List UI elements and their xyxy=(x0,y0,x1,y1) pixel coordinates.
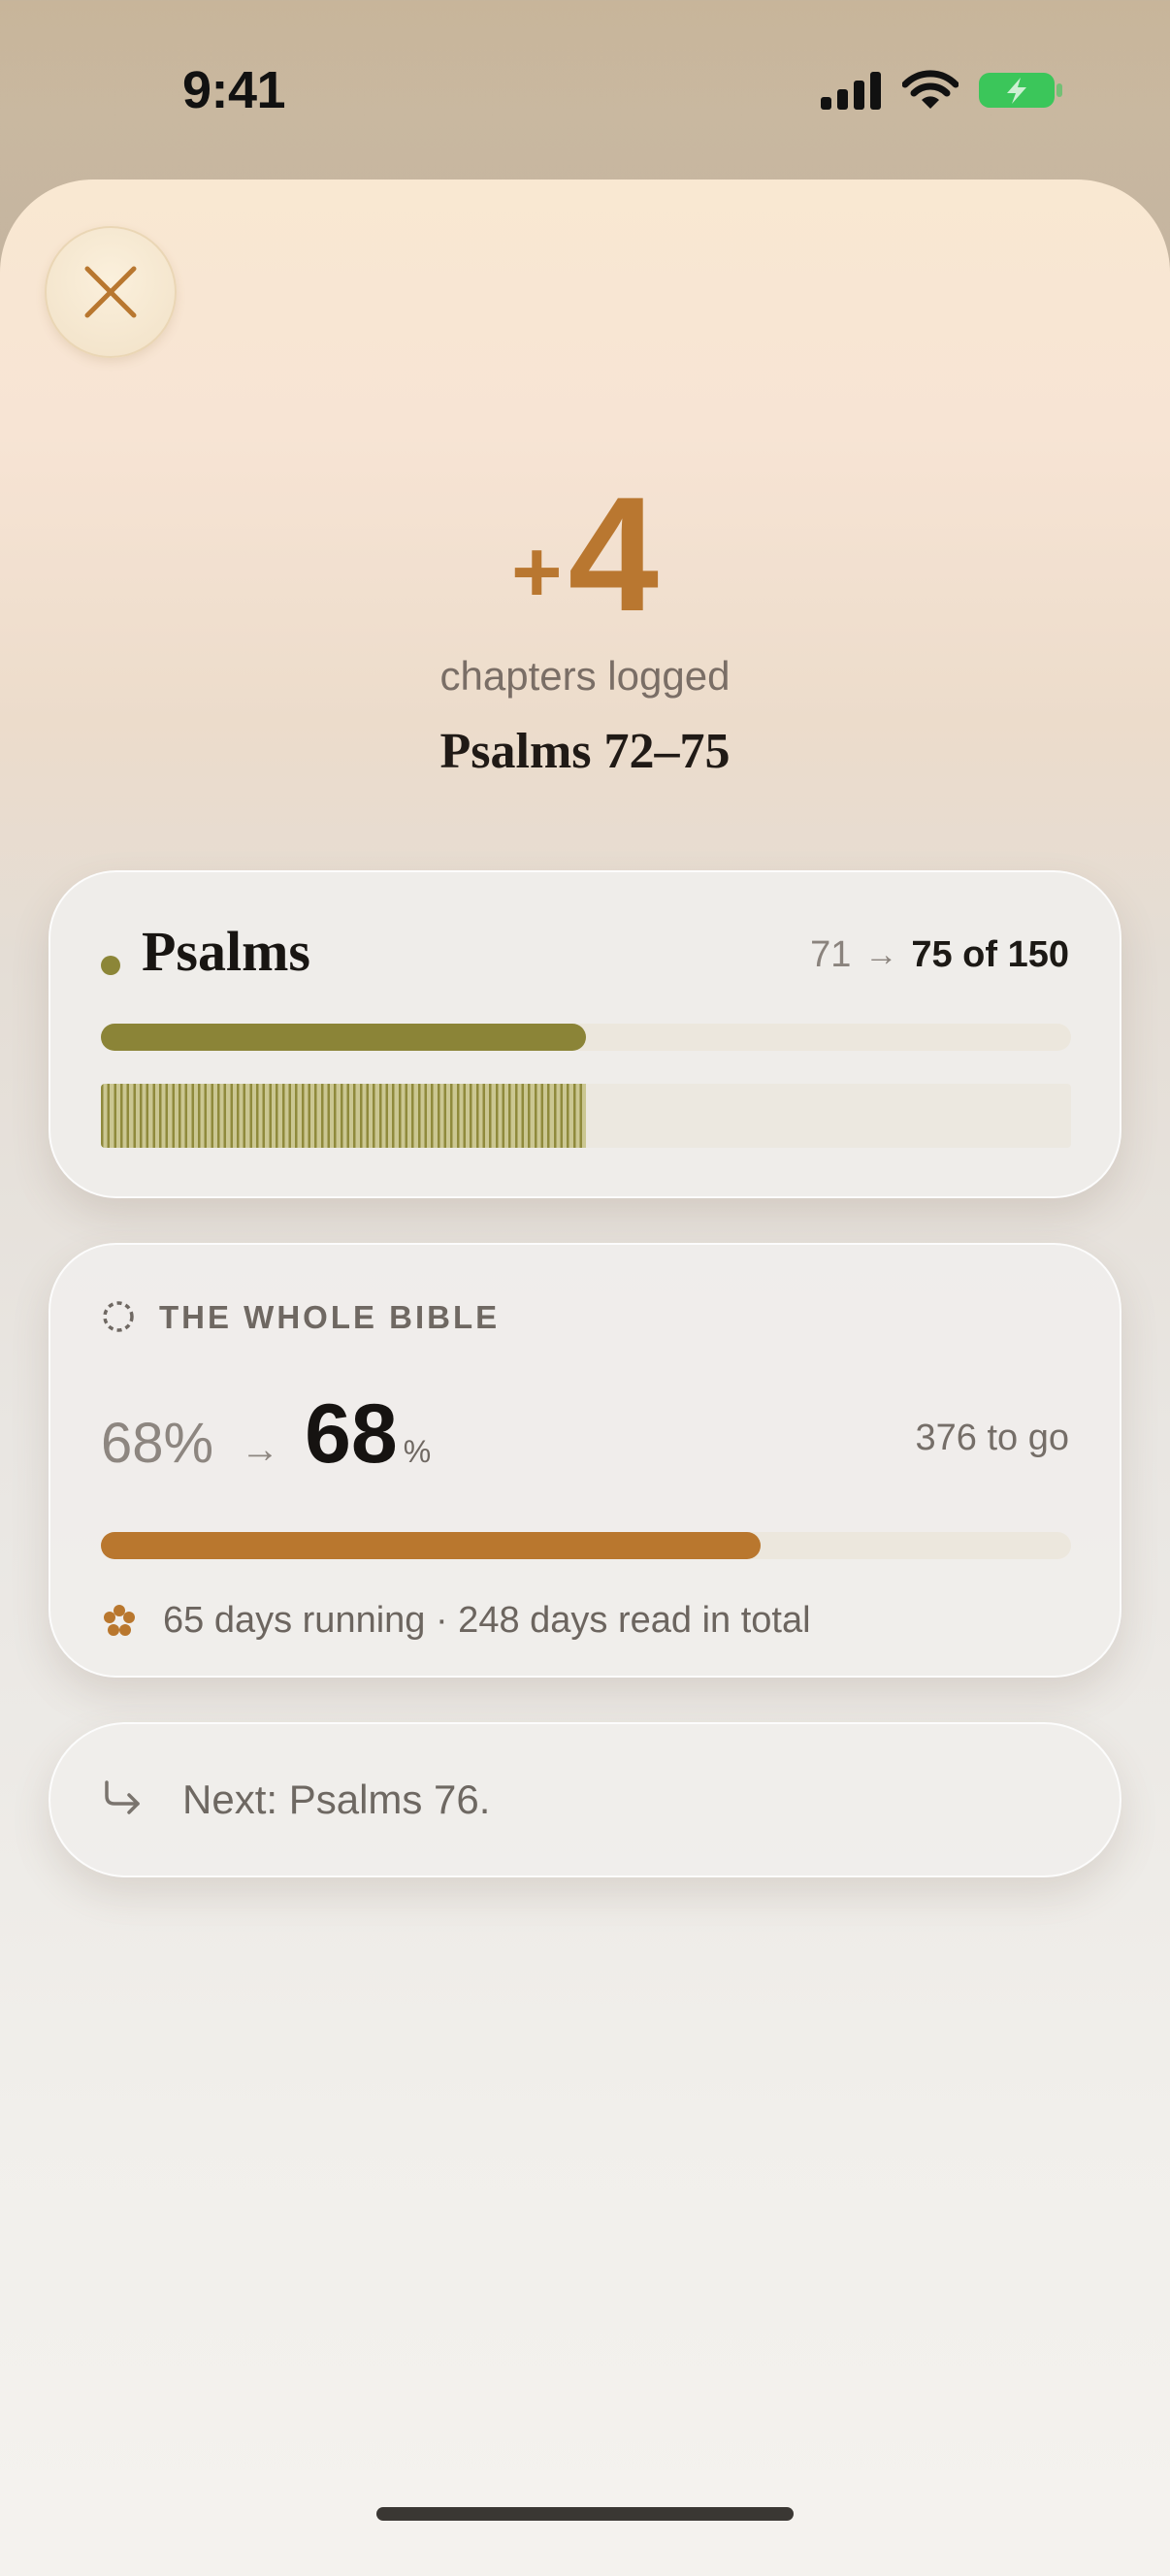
status-icons xyxy=(821,70,1063,111)
wifi-icon xyxy=(902,70,959,109)
chapter-ticks-read xyxy=(101,1084,586,1148)
flower-icon xyxy=(104,1604,135,1636)
chapters-logged-caption: chapters logged xyxy=(439,653,731,699)
next-reading-button[interactable]: Next: Psalms 76. xyxy=(49,1722,1121,1877)
book-progress-bar xyxy=(101,1024,1071,1051)
arrow-right-icon: → xyxy=(864,936,898,973)
chapters-logged-count: + 4 xyxy=(0,461,1170,636)
book-chapter-progress: 71 → 75 of 150 xyxy=(810,934,1069,976)
book-from-chapter: 71 xyxy=(810,934,852,975)
home-indicator[interactable] xyxy=(376,2507,794,2521)
plus-sign: + xyxy=(511,524,563,621)
whole-bible-card: THE WHOLE BIBLE 68% → 68 % 376 to go 65 … xyxy=(49,1243,1121,1678)
battery-charging-icon xyxy=(979,73,1062,108)
status-time: 9:41 xyxy=(182,61,286,119)
bible-percent-after: 68 xyxy=(305,1387,398,1481)
book-progress-fill xyxy=(101,1024,586,1051)
bible-progress-fill xyxy=(101,1532,761,1559)
close-icon xyxy=(84,266,137,318)
book-progress-card: Psalms 71 → 75 of 150 xyxy=(49,870,1121,1198)
status-bar: 9:41 xyxy=(0,0,1170,179)
return-arrow-icon xyxy=(105,1780,140,1814)
next-reading-text: Next: Psalms 76. xyxy=(182,1777,491,1822)
log-result-sheet: + 4 chapters logged Psalms 72–75 Psalms … xyxy=(0,179,1170,2576)
whole-bible-label: THE WHOLE BIBLE xyxy=(159,1299,501,1335)
count-value: 4 xyxy=(568,463,659,645)
cellular-signal-icon xyxy=(821,72,881,110)
bible-progress-bar xyxy=(101,1532,1071,1559)
streak-row: 65 days running · 248 days read in total xyxy=(101,1600,811,1642)
book-name: Psalms xyxy=(142,920,310,983)
bible-percent-change: 68% → 68 % xyxy=(101,1386,431,1483)
chapter-tick-strip xyxy=(101,1084,1071,1148)
bible-percent-before: 68% xyxy=(101,1412,214,1475)
chapters-remaining: 376 to go xyxy=(915,1418,1069,1458)
chapter-range: Psalms 72–75 xyxy=(439,724,731,779)
book-color-dot xyxy=(101,956,120,975)
arrow-right-icon: → xyxy=(241,1428,280,1471)
streak-text: 65 days running · 248 days read in total xyxy=(163,1600,811,1641)
close-button[interactable] xyxy=(45,226,177,358)
dashed-circle-icon xyxy=(103,1301,134,1332)
percent-unit: % xyxy=(403,1434,432,1469)
book-to-chapter: 75 of 150 xyxy=(911,934,1069,975)
